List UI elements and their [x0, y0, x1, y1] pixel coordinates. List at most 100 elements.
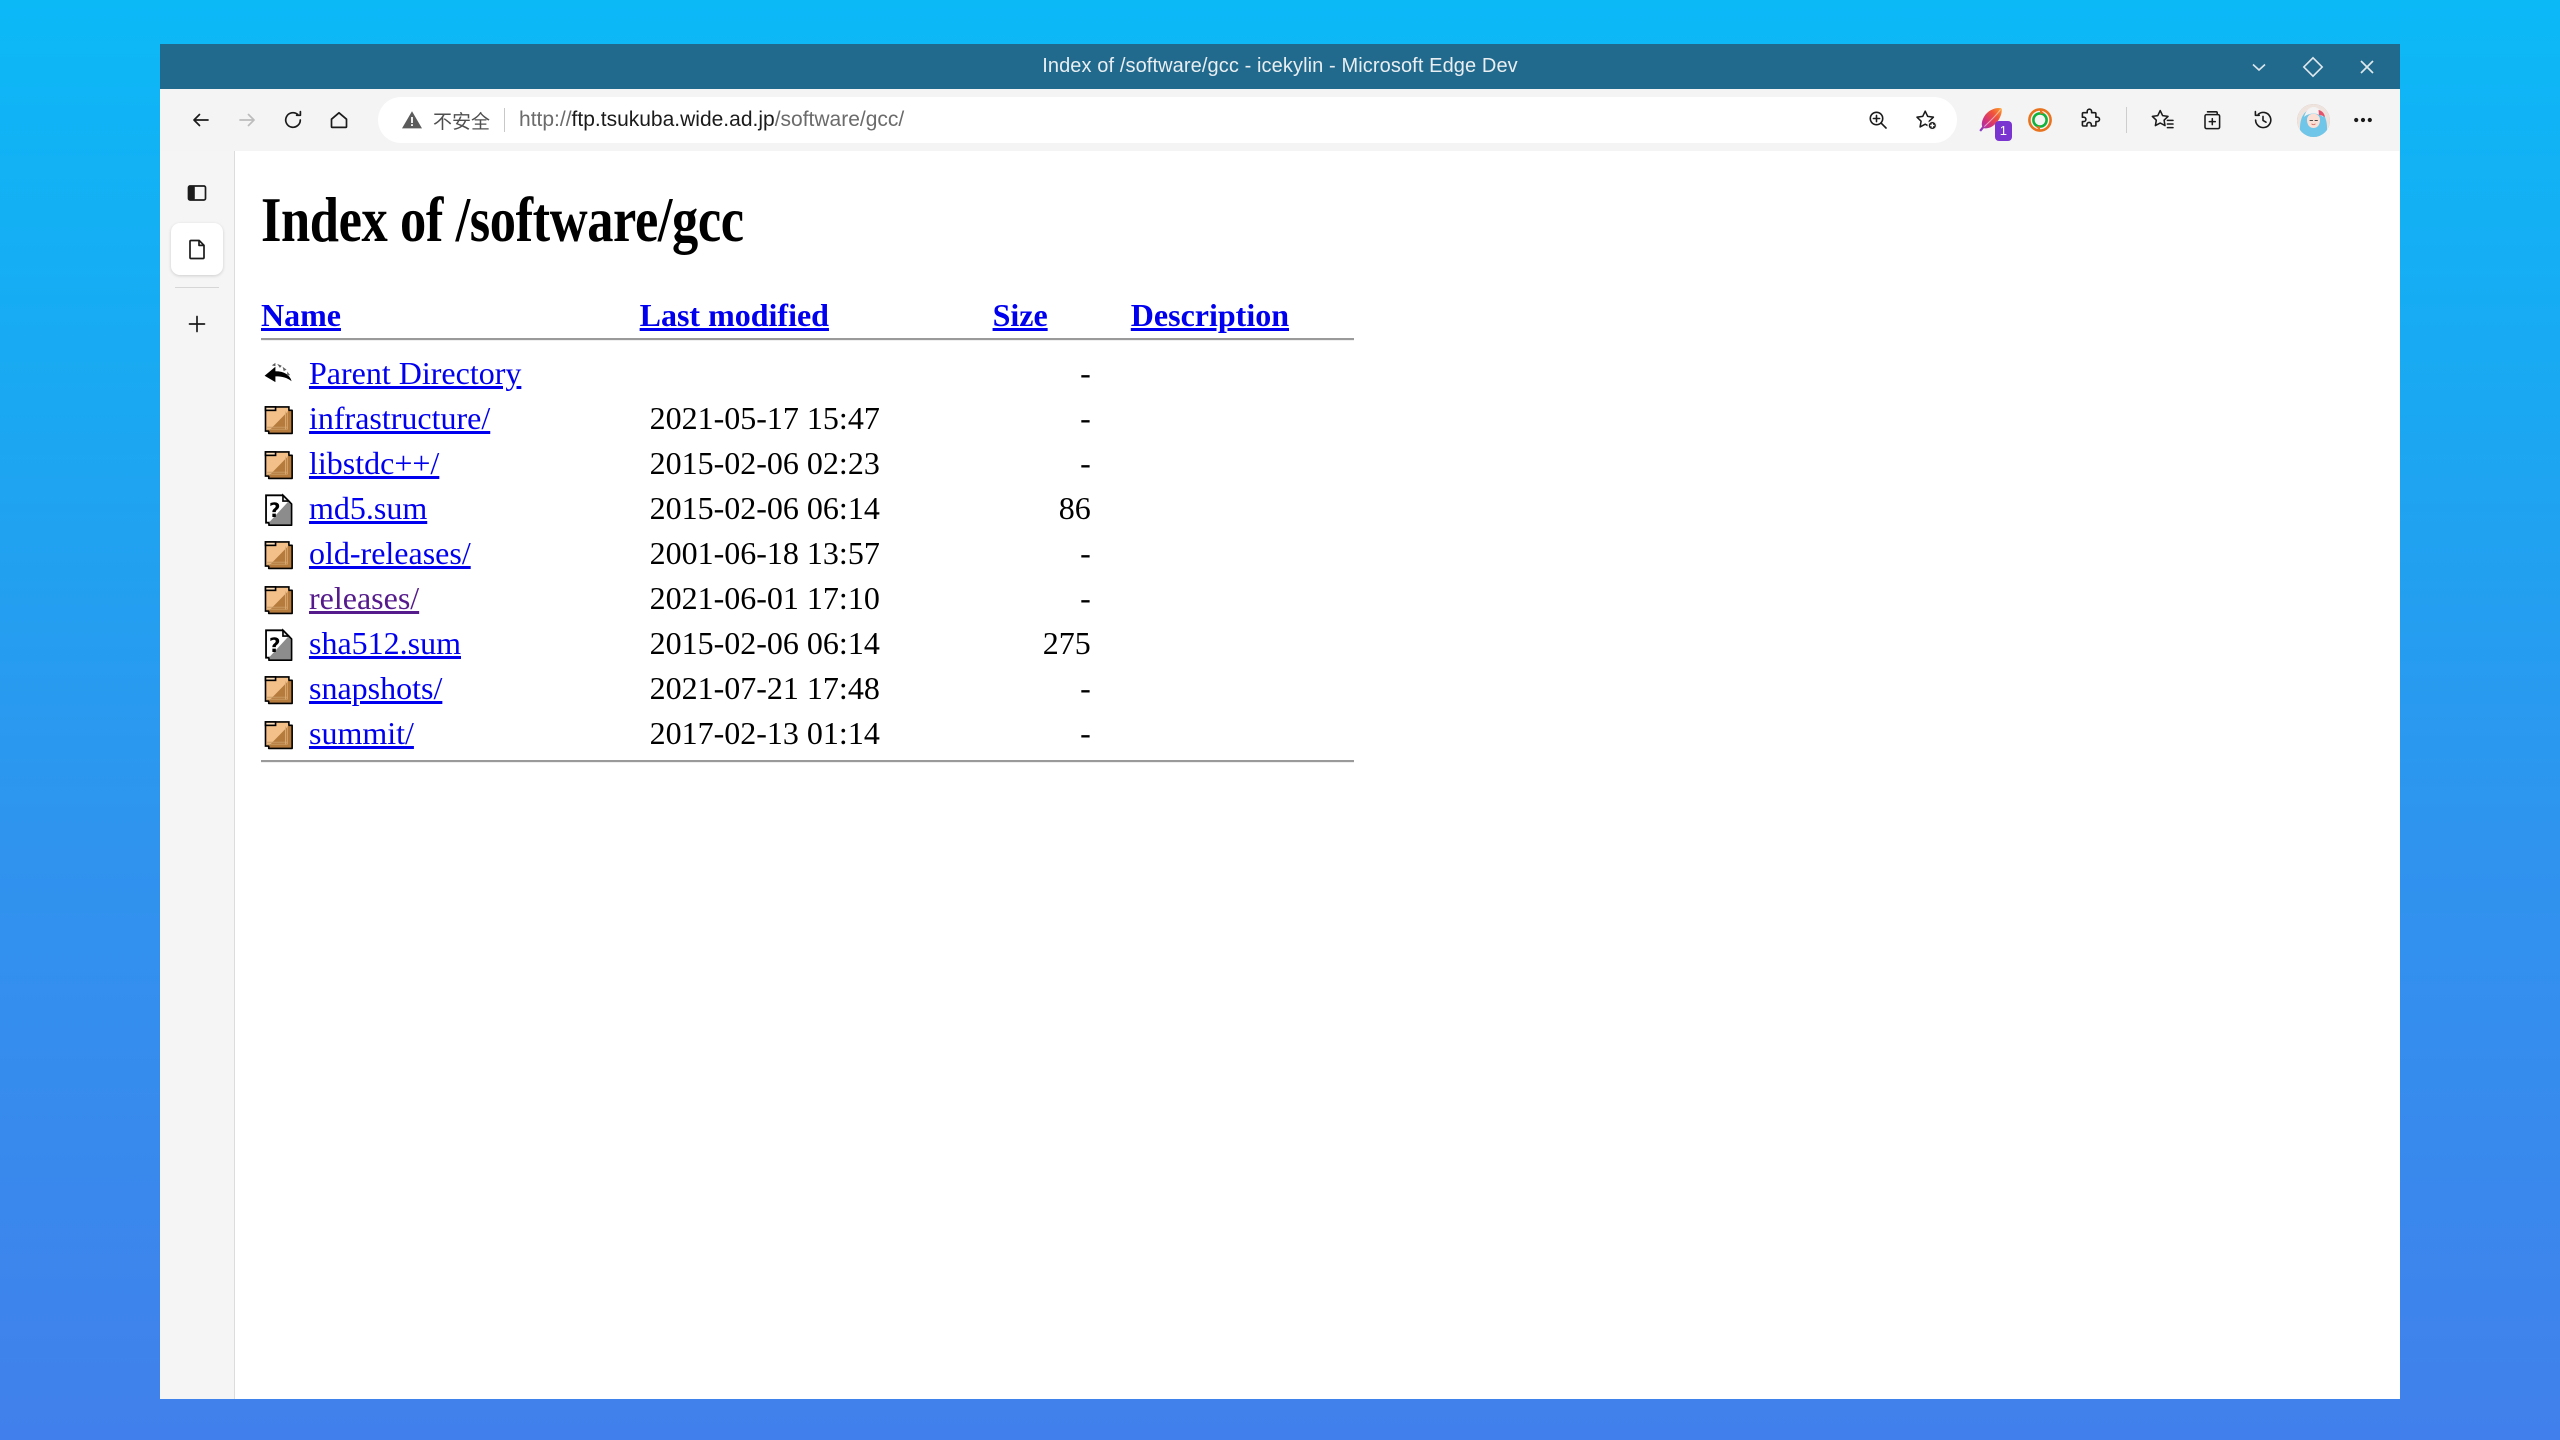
settings-button[interactable]	[2340, 97, 2386, 143]
favorites-button[interactable]	[2140, 97, 2186, 143]
security-label: 不安全	[433, 111, 491, 133]
row-description-cell	[1131, 531, 1354, 576]
folder-icon	[264, 675, 293, 704]
row-icon-cell	[261, 711, 309, 756]
add-favorite-button[interactable]	[1903, 97, 1949, 143]
sort-by-description-link[interactable]: Description	[1131, 297, 1289, 333]
sort-by-modified-link[interactable]: Last modified	[640, 297, 829, 333]
file-link[interactable]: releases/	[309, 580, 419, 616]
table-row: releases/2021-06-01 17:10 -	[261, 576, 1354, 621]
folder-icon	[264, 720, 293, 749]
row-description-cell	[1131, 576, 1354, 621]
row-icon-cell	[261, 396, 309, 441]
file-link[interactable]: old-releases/	[309, 535, 471, 571]
extensions-button[interactable]	[2067, 97, 2113, 143]
address-separator	[504, 108, 506, 132]
url-path: /software/gcc/	[774, 108, 905, 131]
file-link[interactable]: snapshots/	[309, 670, 442, 706]
toolbar-divider	[2126, 107, 2127, 133]
window-body: Index of /software/gcc Name Last modifie…	[160, 151, 2400, 1399]
refresh-button[interactable]	[270, 97, 316, 143]
row-modified-cell: 2021-05-17 15:47	[649, 400, 880, 436]
address-bar[interactable]: 不安全 http://ftp.tsukuba.wide.ad.jp/softwa…	[378, 97, 1957, 143]
file-link[interactable]: sha512.sum	[309, 625, 461, 661]
folder-icon	[264, 585, 293, 614]
file-link[interactable]: Parent Directory	[309, 355, 521, 391]
column-header-size: Size	[993, 297, 1131, 334]
row-modified-cell: 2001-06-18 13:57	[649, 535, 880, 571]
back-button[interactable]	[178, 97, 224, 143]
security-indicator[interactable]: 不安全	[400, 107, 490, 134]
feather-extension-button[interactable]: 1	[1967, 97, 2013, 143]
zoom-button[interactable]	[1855, 97, 1901, 143]
file-link[interactable]: md5.sum	[309, 490, 427, 526]
row-size-cell: -	[1080, 670, 1091, 706]
table-footer	[261, 756, 1354, 773]
row-icon-cell: ?	[261, 621, 309, 666]
collections-icon	[2204, 111, 2221, 130]
page-content: Index of /software/gcc Name Last modifie…	[235, 151, 2400, 1399]
table-row: libstdc++/ 2015-02-06 02:23 -	[261, 441, 1354, 486]
sort-by-size-link[interactable]: Size	[993, 297, 1048, 333]
address-bar-actions	[1855, 97, 1951, 143]
unknown-file-icon: ?	[265, 492, 293, 526]
row-name-cell: releases/	[309, 576, 640, 621]
browser-toolbar: 不安全 http://ftp.tsukuba.wide.ad.jp/softwa…	[160, 89, 2400, 151]
row-modified-cell: 2015-02-06 02:23	[649, 445, 880, 481]
table-row: summit/2017-02-13 01:14 -	[261, 711, 1354, 756]
page-bottom-space	[261, 773, 2400, 973]
row-icon-cell	[261, 531, 309, 576]
home-button[interactable]	[316, 97, 362, 143]
sidebar-item-new-tab[interactable]	[171, 298, 223, 350]
warning-icon	[402, 111, 422, 129]
row-name-cell: old-releases/	[309, 531, 640, 576]
row-modified-cell	[640, 351, 993, 396]
header-divider	[261, 338, 1354, 341]
row-name-cell: libstdc++/	[309, 441, 640, 486]
maximize-button[interactable]	[2298, 52, 2328, 82]
row-description-cell	[1131, 351, 1354, 396]
table-row: ? sha512.sum 2015-02-06 06:14 275	[261, 621, 1354, 666]
window-title: Index of /software/gcc - icekylin - Micr…	[1042, 55, 1518, 77]
row-modified-cell: 2021-06-01 17:10	[649, 580, 880, 616]
url-scheme: http://	[519, 108, 572, 131]
table-row: ? md5.sum 2015-02-06 06:14 86	[261, 486, 1354, 531]
table-row: snapshots/2021-07-21 17:48 -	[261, 666, 1354, 711]
row-size-cell: -	[1080, 715, 1091, 751]
page-icon	[189, 239, 205, 260]
header-rule-cell	[261, 334, 1354, 351]
row-icon-cell: ?	[261, 486, 309, 531]
row-description-cell	[1131, 486, 1354, 531]
panel-icon	[187, 185, 207, 201]
apache-directory-index: Index of /software/gcc Name Last modifie…	[235, 151, 2400, 973]
forward-button[interactable]	[224, 97, 270, 143]
collections-button[interactable]	[2190, 97, 2236, 143]
url-text[interactable]: http://ftp.tsukuba.wide.ad.jp/software/g…	[519, 108, 904, 132]
sidebar-item-toggle-vertical-tabs[interactable]	[171, 167, 223, 219]
close-button[interactable]	[2352, 52, 2382, 82]
row-icon-cell	[261, 576, 309, 621]
file-link[interactable]: summit/	[309, 715, 414, 751]
row-size-cell: -	[1080, 445, 1091, 481]
table-row: Parent Directory -	[261, 351, 1354, 396]
directory-listing-table: Name Last modified Size Description Pare…	[261, 297, 1354, 773]
sidebar-item-tab-current-page[interactable]	[171, 223, 223, 275]
title-bar[interactable]: Index of /software/gcc - icekylin - Micr…	[160, 44, 2400, 89]
rail-divider	[175, 287, 219, 288]
toolbar-actions: 1	[1967, 97, 2386, 143]
table-row: infrastructure/2021-05-17 15:47 -	[261, 396, 1354, 441]
history-button[interactable]	[2240, 97, 2286, 143]
row-modified-cell: 2015-02-06 06:14	[649, 490, 880, 526]
more-options-icon	[2354, 117, 2372, 123]
sort-by-name-link[interactable]: Name	[261, 297, 341, 333]
file-link[interactable]: infrastructure/	[309, 400, 490, 436]
sync-extension-button[interactable]	[2017, 97, 2063, 143]
file-link[interactable]: libstdc++/	[309, 445, 439, 481]
table-header-row: Name Last modified Size Description	[261, 297, 1354, 334]
row-description-cell	[1131, 441, 1354, 486]
minimize-button[interactable]	[2244, 52, 2274, 82]
row-modified-cell: 2021-07-21 17:48	[649, 670, 880, 706]
folder-icon	[264, 450, 293, 479]
vertical-tab-rail	[160, 151, 235, 1399]
profile-button[interactable]	[2290, 97, 2336, 143]
